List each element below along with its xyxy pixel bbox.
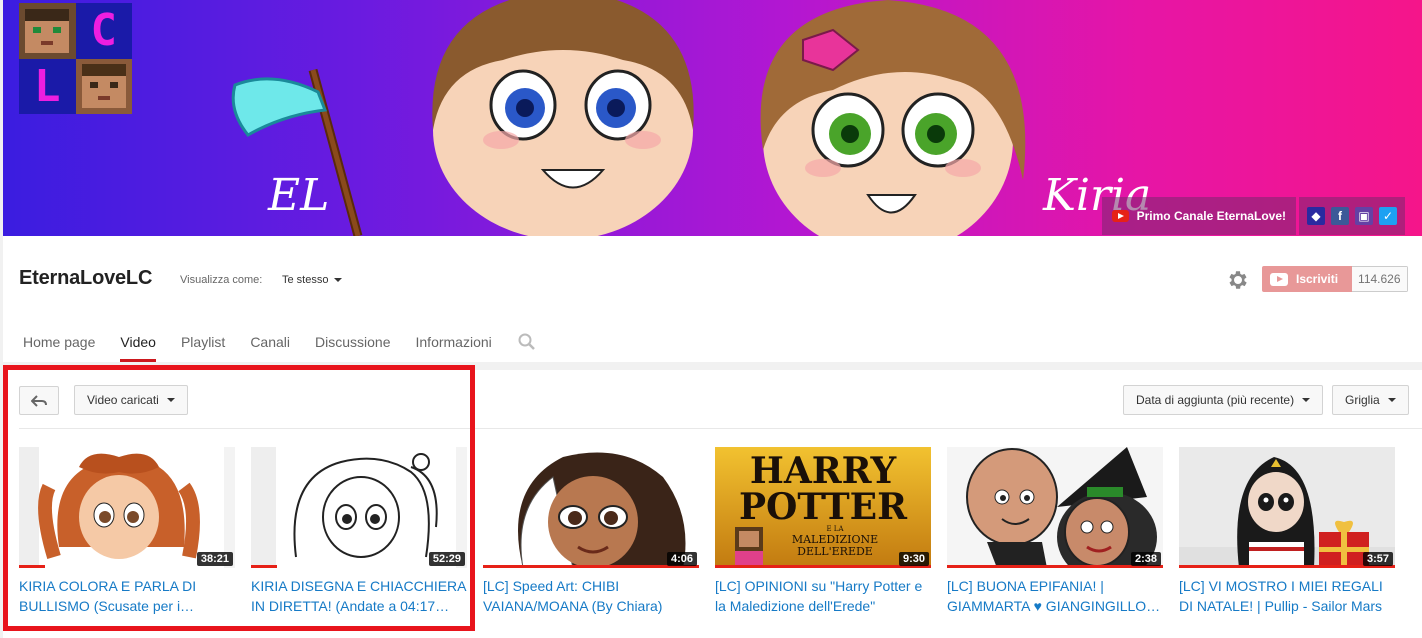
- video-card[interactable]: 2:38 [LC] BUONA EPIFANIA! | GIAMMARTA ♥ …: [947, 447, 1163, 616]
- view-dropdown[interactable]: Griglia: [1332, 385, 1409, 415]
- video-duration: 52:29: [428, 552, 465, 566]
- thumb-potter-text: POTTER: [739, 486, 908, 528]
- tab-home[interactable]: Home page: [3, 322, 105, 362]
- avatar-face-tile: [75, 58, 132, 114]
- avatar-letter-c: C: [75, 3, 132, 59]
- tab-about[interactable]: Informazioni: [406, 322, 502, 362]
- caret-down-icon: [334, 278, 343, 282]
- banner-el-text: EL: [267, 170, 329, 221]
- sort-dropdown[interactable]: Data di aggiunta (più recente): [1123, 385, 1324, 415]
- video-thumbnail[interactable]: 52:29: [251, 447, 467, 568]
- video-title[interactable]: [LC] BUONA EPIFANIA! | GIAMMARTA ♥ GIANG…: [947, 576, 1163, 616]
- thumb-ela-text: E LA: [826, 525, 844, 533]
- caret-down-icon: [1387, 398, 1396, 402]
- back-arrow-icon: [31, 394, 47, 407]
- avatar-face-tile: [19, 3, 76, 59]
- subscriber-count: 114.626: [1352, 266, 1408, 292]
- channel-page: EL Kiria C L Primo Canale EternaLove! ◆ …: [0, 0, 1422, 638]
- watch-progress: [19, 565, 45, 568]
- video-thumbnail[interactable]: 3:57: [1179, 447, 1395, 568]
- avatar-letter-l: L: [19, 58, 76, 114]
- watch-progress: [947, 565, 1163, 568]
- video-duration: 2:38: [1130, 552, 1161, 566]
- facebook-icon[interactable]: f: [1331, 207, 1349, 225]
- sort-dropdown-label: Data di aggiunta (più recente): [1136, 393, 1295, 407]
- subscribe-control: Iscriviti 114.626: [1262, 266, 1408, 292]
- youtube-icon: [1270, 272, 1288, 286]
- video-title[interactable]: KIRIA DISEGNA E CHIACCHIERA IN DIRETTA! …: [251, 576, 467, 616]
- youtube-icon: [1111, 210, 1129, 222]
- video-title[interactable]: KIRIA COLORA E PARLA DI BULLISMO (Scusat…: [19, 576, 235, 616]
- tab-playlist[interactable]: Playlist: [171, 322, 235, 362]
- video-duration: 9:30: [898, 552, 929, 566]
- primary-channel-link-label: Primo Canale EternaLove!: [1136, 209, 1286, 223]
- video-duration: 3:57: [1362, 552, 1393, 566]
- tab-discussion[interactable]: Discussione: [305, 322, 400, 362]
- gear-icon[interactable]: [1225, 268, 1249, 292]
- video-thumbnail[interactable]: 4:06: [483, 447, 699, 568]
- back-button[interactable]: [19, 386, 59, 415]
- channel-header: EternaLoveLC Visualizza come: Te stesso …: [3, 236, 1422, 362]
- video-duration: 4:06: [666, 552, 697, 566]
- video-card[interactable]: 52:29 KIRIA DISEGNA E CHIACCHIERA IN DIR…: [251, 447, 467, 616]
- video-card[interactable]: 38:21 KIRIA COLORA E PARLA DI BULLISMO (…: [19, 447, 235, 616]
- caret-down-icon: [166, 398, 175, 402]
- video-card[interactable]: 4:06 [LC] Speed Art: CHIBI VAIANA/MOANA …: [483, 447, 699, 616]
- video-card[interactable]: 3:57 [LC] VI MOSTRO I MIEI REGALI DI NAT…: [1179, 447, 1395, 616]
- videos-section: Video caricati Data di aggiunta (più rec…: [3, 370, 1422, 638]
- avatar-icon[interactable]: ◆: [1307, 207, 1325, 225]
- channel-name[interactable]: EternaLoveLC: [19, 267, 152, 290]
- uploads-dropdown-label: Video caricati: [87, 393, 159, 407]
- banner-links: Primo Canale EternaLove! ◆ f ▣ ✓: [1101, 197, 1405, 235]
- twitch-icon[interactable]: ▣: [1355, 207, 1373, 225]
- subscribe-label: Iscriviti: [1296, 272, 1339, 286]
- view-as-label: Visualizza come:: [180, 274, 263, 286]
- search-icon[interactable]: [507, 322, 547, 362]
- subscribe-button[interactable]: Iscriviti: [1262, 266, 1353, 292]
- video-thumbnail[interactable]: 38:21: [19, 447, 235, 568]
- channel-avatar[interactable]: C L: [19, 3, 132, 114]
- video-title[interactable]: [LC] Speed Art: CHIBI VAIANA/MOANA (By C…: [483, 576, 699, 616]
- watch-progress: [715, 565, 931, 568]
- video-card[interactable]: HARRY POTTER E LA MALEDIZIONE DELL'EREDE…: [715, 447, 931, 616]
- video-thumbnail[interactable]: 2:38: [947, 447, 1163, 568]
- uploads-dropdown[interactable]: Video caricati: [74, 385, 188, 415]
- primary-channel-link[interactable]: Primo Canale EternaLove!: [1101, 197, 1296, 235]
- thumb-erede-text: DELL'EREDE: [797, 545, 873, 558]
- twitter-icon[interactable]: ✓: [1379, 207, 1397, 225]
- watch-progress: [251, 565, 277, 568]
- channel-tabs: Home page Video Playlist Canali Discussi…: [3, 322, 547, 362]
- watch-progress: [1179, 565, 1395, 568]
- social-links: ◆ f ▣ ✓: [1299, 197, 1405, 235]
- watch-progress: [483, 565, 699, 568]
- video-title[interactable]: [LC] OPINIONI su "Harry Potter e la Male…: [715, 576, 931, 616]
- tab-video[interactable]: Video: [110, 322, 166, 362]
- video-thumbnail[interactable]: HARRY POTTER E LA MALEDIZIONE DELL'EREDE…: [715, 447, 931, 568]
- caret-down-icon: [1302, 398, 1311, 402]
- tab-channels[interactable]: Canali: [240, 322, 300, 362]
- channel-banner: EL Kiria C L Primo Canale EternaLove! ◆ …: [3, 0, 1422, 236]
- video-duration: 38:21: [196, 552, 233, 566]
- divider: [19, 428, 1422, 429]
- view-dropdown-label: Griglia: [1345, 393, 1380, 407]
- video-title[interactable]: [LC] VI MOSTRO I MIEI REGALI DI NATALE! …: [1179, 576, 1395, 616]
- view-as-dropdown[interactable]: Te stesso: [282, 274, 343, 286]
- view-as-value: Te stesso: [282, 274, 329, 286]
- video-grid: 38:21 KIRIA COLORA E PARLA DI BULLISMO (…: [19, 447, 1395, 616]
